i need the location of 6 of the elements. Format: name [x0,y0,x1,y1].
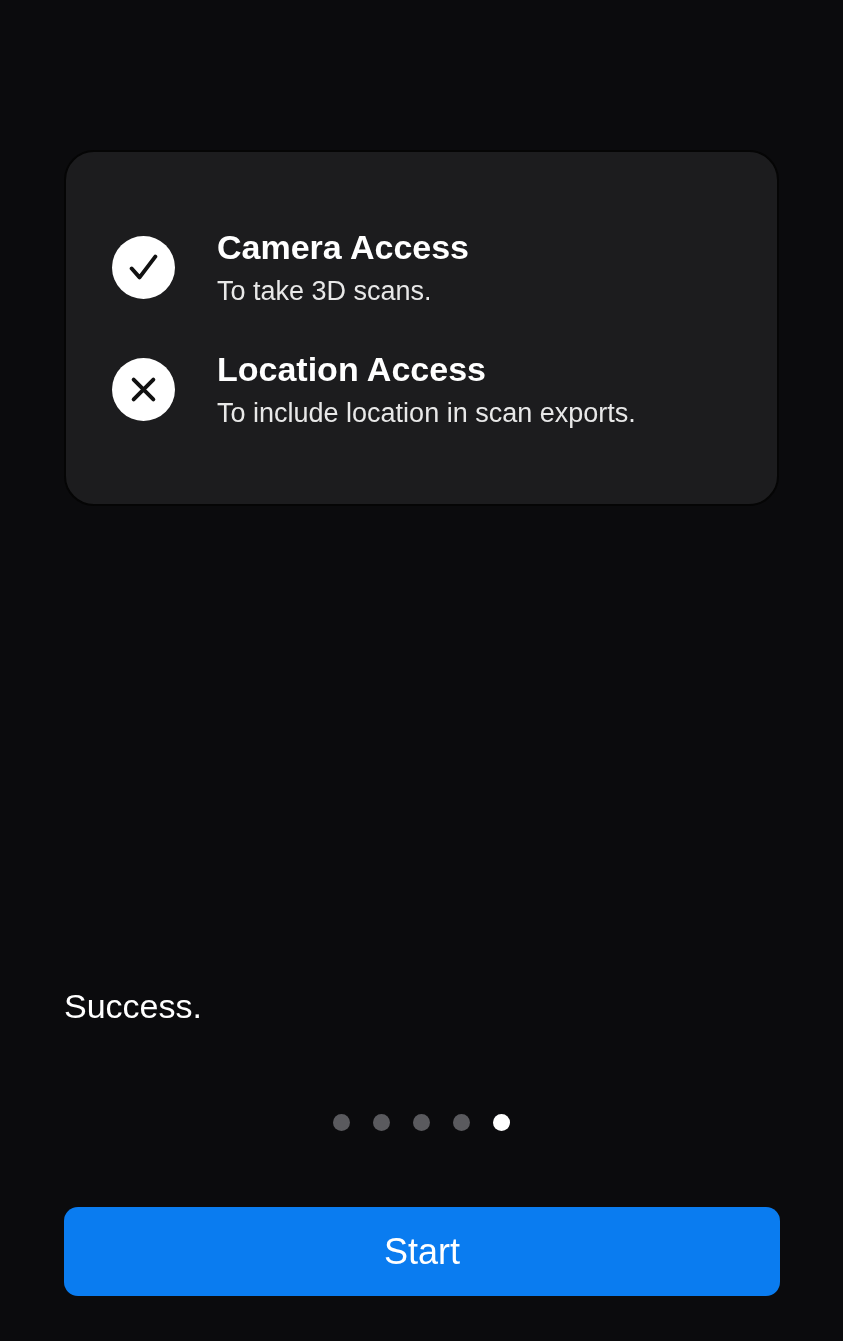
permission-description: To include location in scan exports. [217,397,636,430]
start-button[interactable]: Start [64,1207,780,1296]
permission-title: Location Access [217,349,487,390]
permission-title: Camera Access [217,227,470,268]
status-message: Success. [64,986,203,1026]
permission-description: To take 3D scans. [217,275,433,308]
